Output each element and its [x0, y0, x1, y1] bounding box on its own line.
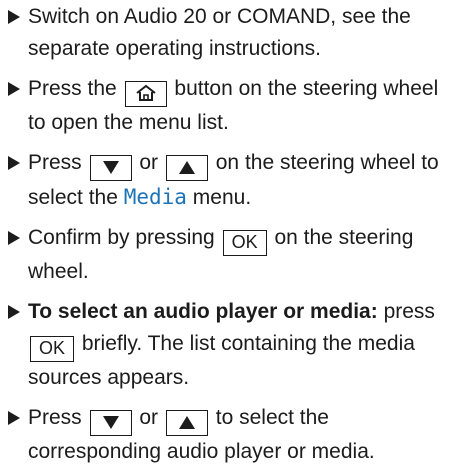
step-text-after: briefly. The list containing the media s… [28, 332, 415, 389]
instruction-list: Switch on Audio 20 or COMAND, see the se… [0, 0, 464, 463]
step-text-before: Press [28, 406, 82, 429]
step-text-or: or [139, 151, 159, 174]
up-triangle-icon [178, 415, 195, 429]
step-text-or: or [139, 406, 159, 429]
step-text-before: Press [28, 151, 82, 174]
step-confirm: Confirm by pressing OK on the steering w… [4, 222, 460, 288]
step-text-before: press [383, 300, 435, 323]
step-text-before: Confirm by pressing [28, 226, 215, 249]
home-icon [135, 85, 156, 102]
down-triangle-icon [102, 415, 119, 429]
ok-button-key: OK [30, 336, 75, 362]
bullet-arrow-icon [8, 10, 20, 24]
bullet-arrow-icon [8, 411, 20, 425]
step-switch-on: Switch on Audio 20 or COMAND, see the se… [4, 1, 460, 65]
home-button-key [124, 81, 167, 107]
bullet-arrow-icon [8, 82, 20, 96]
down-triangle-icon [102, 160, 119, 174]
step-heading: To select an audio player or media: [28, 300, 378, 323]
step-select-audio-player: To select an audio player or media: pres… [4, 296, 460, 394]
step-select-corresponding: Press or to select the corresponding aud… [4, 402, 460, 468]
ok-button-key: OK [222, 230, 267, 256]
bullet-arrow-icon [8, 305, 20, 319]
up-triangle-icon [178, 160, 195, 174]
step-text-before: Press the [28, 77, 117, 100]
up-button-key [165, 410, 208, 436]
step-open-menu: Press the button on the steering wheel t… [4, 73, 460, 139]
bullet-arrow-icon [8, 231, 20, 245]
down-button-key [89, 410, 132, 436]
up-button-key [165, 155, 208, 181]
step-select-media-menu: Press or on the steering wheel to select… [4, 147, 460, 214]
down-button-key [89, 155, 132, 181]
bullet-arrow-icon [8, 156, 20, 170]
step-text: Switch on Audio 20 or COMAND, see the se… [28, 5, 411, 60]
media-menu-name: Media [123, 185, 187, 209]
step-text-end: menu. [192, 186, 252, 209]
